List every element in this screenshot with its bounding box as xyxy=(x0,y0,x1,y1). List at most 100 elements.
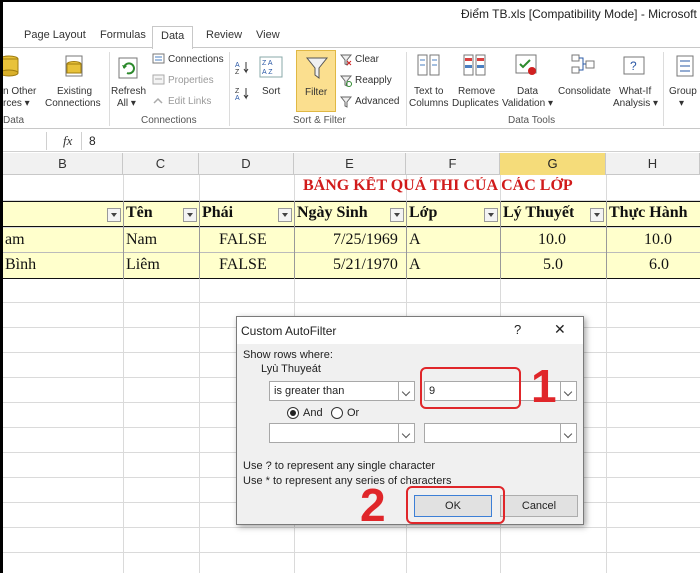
remove-duplicates-label: Remove xyxy=(458,86,496,97)
column-header-g[interactable]: G xyxy=(500,153,606,175)
name-box[interactable] xyxy=(3,132,47,150)
clear-label: Clear xyxy=(355,54,379,65)
group-separator xyxy=(663,52,664,126)
remove-duplicates-icon xyxy=(463,54,486,76)
and-label: And xyxy=(303,407,323,419)
tab-page-layout[interactable]: Page Layout xyxy=(24,29,86,41)
remove-duplicates-label-2: Duplicates xyxy=(452,98,499,109)
cell-f-row2[interactable]: A xyxy=(409,256,421,274)
consolidate-label: Consolidate xyxy=(558,86,611,97)
filter-funnel-icon xyxy=(305,57,329,79)
column-header-e[interactable]: E xyxy=(294,153,406,175)
connections-label: Connections xyxy=(168,54,224,65)
cell-e-row2[interactable]: 5/21/1970 xyxy=(333,256,398,274)
close-icon[interactable]: ✕ xyxy=(554,321,566,338)
filter-dropdown-c[interactable] xyxy=(183,208,197,222)
cell-c-row2[interactable]: Liêm xyxy=(126,256,160,274)
database-icon xyxy=(3,55,19,77)
column-header-h[interactable]: H xyxy=(606,153,700,175)
tab-view[interactable]: View xyxy=(256,29,280,41)
column-headers: B C D E F G H xyxy=(3,153,700,175)
chevron-down-icon xyxy=(398,382,414,400)
operator-2-select[interactable] xyxy=(269,423,415,443)
existing-label: Existing xyxy=(57,86,93,97)
column-header-d[interactable]: D xyxy=(199,153,294,175)
annotation-step-2: 2 xyxy=(360,479,386,531)
filter-dropdown-g[interactable] xyxy=(590,208,604,222)
cancel-button[interactable]: Cancel xyxy=(500,495,578,517)
edit-links-icon xyxy=(153,97,163,104)
cell-e-row1[interactable]: 7/25/1969 xyxy=(333,231,398,249)
header-lop: Lớp xyxy=(409,204,438,221)
and-radio[interactable] xyxy=(287,407,299,419)
fx-icon[interactable]: fx xyxy=(63,133,72,149)
header-phai: Phái xyxy=(202,204,234,221)
data-validation-label: Data xyxy=(517,86,539,97)
sort-za-icon: Z A xyxy=(235,88,249,100)
excel-window: Điểm TB.xls [Compatibility Mode] - Micro… xyxy=(0,0,700,573)
group-separator xyxy=(229,52,230,126)
formula-input[interactable]: 8 xyxy=(89,134,96,148)
filter-dropdown-f[interactable] xyxy=(484,208,498,222)
cell-h-row2[interactable]: 6.0 xyxy=(649,256,669,274)
from-other-label-2: rces ▾ xyxy=(3,98,30,109)
cell-g-row2[interactable]: 5.0 xyxy=(543,256,563,274)
data-validation-label-2: Validation ▾ xyxy=(502,98,553,109)
column-header-c[interactable]: C xyxy=(123,153,199,175)
operator-1-select[interactable]: is greater than xyxy=(269,381,415,401)
svg-text:A Z: A Z xyxy=(262,69,273,76)
tab-review[interactable]: Review xyxy=(206,29,242,41)
group-separator xyxy=(109,52,110,126)
what-if-label: What-If xyxy=(619,86,652,97)
cell-c-row1[interactable]: Nam xyxy=(126,231,157,249)
ribbon: n Other rces ▾ Existing Connections Data… xyxy=(3,47,700,129)
existing-label-2: Connections xyxy=(45,98,101,109)
chevron-down-icon xyxy=(398,424,414,442)
column-header-b[interactable]: B xyxy=(3,153,123,175)
header-ngay-sinh: Ngày Sinh xyxy=(297,204,368,221)
filter-button[interactable]: Filter xyxy=(296,50,336,112)
filter-dropdown-e[interactable] xyxy=(390,208,404,222)
annotation-highlight-ok xyxy=(406,486,505,524)
refresh-label-2: All ▾ xyxy=(117,98,136,109)
edit-links-label: Edit Links xyxy=(168,96,212,107)
svg-text:Z: Z xyxy=(235,88,240,95)
filter-dropdown-b[interactable] xyxy=(107,208,121,222)
cell-g-row1[interactable]: 10.0 xyxy=(538,231,566,249)
cell-d-row1[interactable]: FALSE xyxy=(219,231,267,249)
group-label-sort-filter: Sort & Filter xyxy=(293,115,346,126)
help-button[interactable]: ? xyxy=(514,322,521,337)
cell-f-row1[interactable]: A xyxy=(409,231,421,249)
cell-h-row1[interactable]: 10.0 xyxy=(644,231,672,249)
data-validation-icon xyxy=(515,54,537,75)
group-label-get-data: Data xyxy=(3,115,25,126)
filter-dropdown-d[interactable] xyxy=(278,208,292,222)
reapply-icon xyxy=(340,75,352,87)
cell-b-row1[interactable]: am xyxy=(5,231,25,249)
group-label-connections: Connections xyxy=(141,115,197,126)
or-radio[interactable] xyxy=(331,407,343,419)
tab-data[interactable]: Data xyxy=(152,26,194,49)
sort-label: Sort xyxy=(262,86,281,97)
from-other-label: n Other xyxy=(3,86,37,97)
consolidate-icon xyxy=(571,54,595,74)
title-bar: Điểm TB.xls [Compatibility Mode] - Micro… xyxy=(3,2,700,26)
refresh-label: Refresh xyxy=(111,86,147,97)
cell-b-row2[interactable]: Bình xyxy=(5,256,36,274)
text-to-columns-label: Text to xyxy=(414,86,444,97)
advanced-filter-icon xyxy=(340,96,352,108)
value-2-combo[interactable] xyxy=(424,423,577,443)
annotation-highlight-value xyxy=(420,367,521,409)
svg-text:?: ? xyxy=(630,59,637,73)
chevron-down-icon xyxy=(560,382,576,400)
tab-formulas[interactable]: Formulas xyxy=(100,29,146,41)
dialog-title: Custom AutoFilter xyxy=(241,324,337,338)
clear-filter-icon xyxy=(340,54,352,66)
operator-1-value: is greater than xyxy=(274,385,345,397)
svg-text:Z A: Z A xyxy=(262,60,273,67)
cell-d-row2[interactable]: FALSE xyxy=(219,256,267,274)
column-header-f[interactable]: F xyxy=(406,153,500,175)
show-rows-label: Show rows where: xyxy=(243,349,333,361)
what-if-label-2: Analysis ▾ xyxy=(613,98,659,109)
ribbon-tabs: Page Layout Formulas Data Review View xyxy=(3,26,700,49)
